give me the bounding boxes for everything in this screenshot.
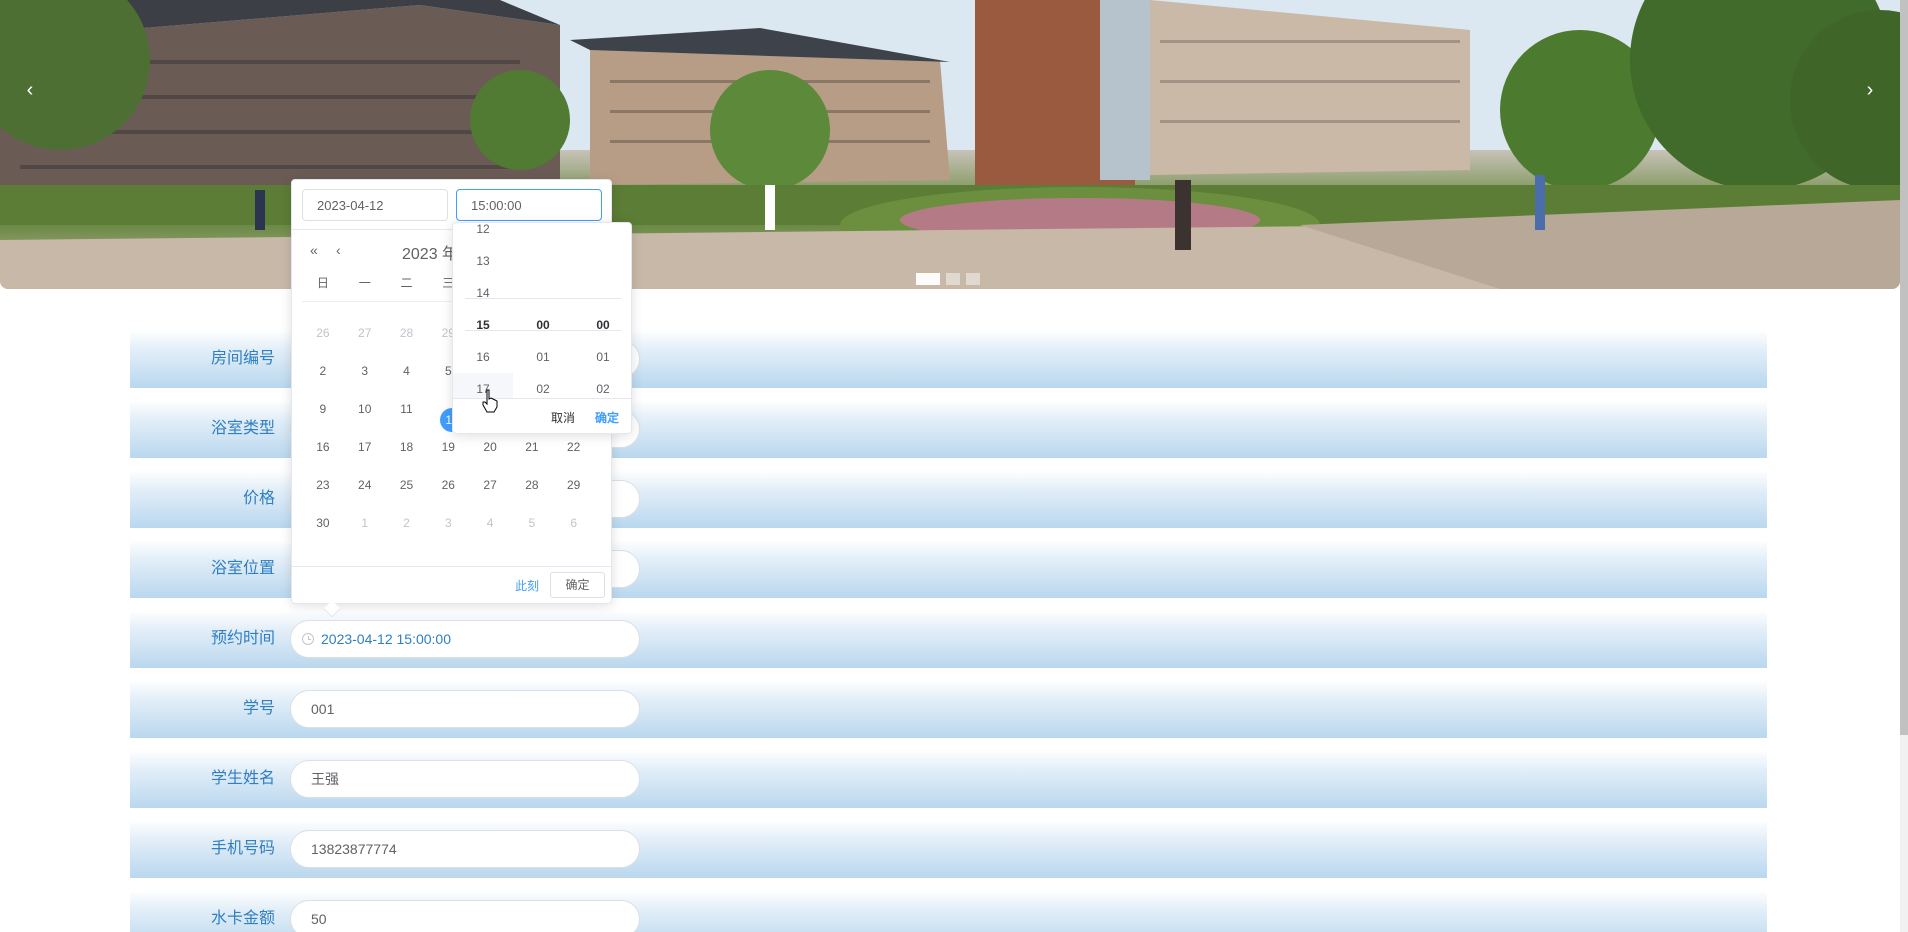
spinner-second-item[interactable]: 02 — [573, 373, 631, 398]
calendar-day[interactable]: 16 — [302, 440, 344, 454]
spinner-selection-top-line — [465, 298, 621, 299]
carousel-prev-button[interactable]: ‹ — [12, 72, 48, 108]
spinner-hour-item[interactable]: 16 — [453, 341, 513, 373]
picker-time-input[interactable] — [456, 189, 602, 221]
form-row-water-card-amount: 水卡金额 — [130, 890, 1767, 932]
calendar-day[interactable]: 11 — [386, 402, 428, 416]
calendar-day[interactable]: 26 — [427, 478, 469, 492]
phone-label: 手机号码 — [210, 840, 275, 857]
calendar-day[interactable]: 1 — [344, 516, 386, 530]
bathroom-location-label: 浴室位置 — [210, 560, 275, 577]
weekday-tue: 二 — [400, 276, 413, 290]
hand-cursor-icon — [482, 389, 498, 413]
minute-spinner[interactable]: 00 01 02 — [513, 223, 573, 398]
spinner-hour-item[interactable]: 14 — [453, 277, 513, 309]
calendar-day[interactable]: 4 — [386, 364, 428, 378]
calendar-day[interactable]: 3 — [427, 516, 469, 530]
calendar-day[interactable]: 27 — [344, 326, 386, 340]
calendar-day[interactable]: 21 — [511, 440, 553, 454]
calendar-day[interactable]: 20 — [469, 440, 511, 454]
calendar-day[interactable]: 9 — [302, 402, 344, 416]
form-row-phone: 手机号码 — [130, 820, 1767, 878]
calendar-day[interactable]: 5 — [511, 516, 553, 530]
calendar-day[interactable]: 10 — [344, 402, 386, 416]
campus-banner-image — [0, 0, 1900, 289]
calendar-day[interactable]: 22 — [553, 440, 595, 454]
calendar-day[interactable]: 18 — [386, 440, 428, 454]
form-row-student-id: 学号 — [130, 680, 1767, 738]
hour-spinner[interactable]: 12 13 14 15 16 17 — [453, 223, 513, 398]
spinner-footer: 取消 确定 — [453, 398, 631, 433]
student-name-input[interactable] — [290, 760, 640, 798]
calendar-day[interactable]: 17 — [344, 440, 386, 454]
spinner-hour-selected[interactable]: 15 — [453, 309, 513, 341]
form-row-booking-time: 预约时间 — [130, 610, 1767, 668]
chevron-right-icon: › — [1866, 79, 1874, 101]
calendar-day[interactable]: 28 — [511, 478, 553, 492]
spinner-second-item[interactable]: 01 — [573, 341, 631, 373]
weekday-mon: 一 — [358, 276, 371, 290]
page-scrollbar-thumb[interactable] — [1900, 0, 1908, 735]
double-chevron-left-icon[interactable]: « — [310, 242, 318, 258]
clock-icon — [302, 633, 314, 645]
calendar-title[interactable]: 2023 年 — [402, 240, 458, 264]
booking-time-label: 预约时间 — [210, 630, 275, 647]
calendar-day[interactable]: 27 — [469, 478, 511, 492]
spinner-minute-item[interactable]: 02 — [513, 373, 573, 398]
calendar-day[interactable]: 19 — [427, 440, 469, 454]
calendar-week-row: 23 24 25 26 27 28 29 — [302, 466, 602, 504]
time-spinner-popup: 12 13 14 15 16 17 00 01 02 00 01 02 取消 确… — [452, 222, 632, 434]
calendar-day[interactable]: 3 — [344, 364, 386, 378]
water-card-amount-label: 水卡金额 — [210, 910, 275, 927]
carousel-indicator-2[interactable] — [946, 273, 960, 285]
spinner-hour-item[interactable]: 13 — [453, 245, 513, 277]
calendar-day[interactable]: 30 — [302, 516, 344, 530]
page-scrollbar[interactable] — [1900, 0, 1908, 932]
calendar-day[interactable]: 29 — [553, 478, 595, 492]
student-name-label: 学生姓名 — [210, 770, 275, 787]
now-button[interactable]: 此刻 — [515, 577, 539, 594]
student-id-input[interactable] — [290, 690, 640, 728]
spinner-minute-item[interactable]: 01 — [513, 341, 573, 373]
water-card-amount-input[interactable] — [290, 900, 640, 932]
page: ‹ › 房间编号 浴室类型 价格 浴室位置 预约时间 2023-04-12 15… — [0, 0, 1908, 932]
calendar-day[interactable]: 24 — [344, 478, 386, 492]
booking-time-input[interactable] — [290, 620, 640, 658]
carousel-indicator-3[interactable] — [966, 273, 980, 285]
student-id-label: 学号 — [242, 700, 275, 717]
spinner-selection-bottom-line — [465, 330, 621, 331]
calendar-day[interactable]: 4 — [469, 516, 511, 530]
chevron-left-icon: ‹ — [26, 79, 34, 101]
carousel-next-button[interactable]: › — [1852, 72, 1888, 108]
calendar-day[interactable]: 28 — [386, 326, 428, 340]
spinner-confirm-button[interactable]: 确定 — [595, 409, 619, 426]
calendar-day[interactable]: 25 — [386, 478, 428, 492]
calendar-day[interactable]: 2 — [386, 516, 428, 530]
calendar-day[interactable]: 26 — [302, 326, 344, 340]
calendar-week-row: 30 1 2 3 4 5 6 — [302, 504, 602, 542]
calendar-day[interactable]: 23 — [302, 478, 344, 492]
carousel-indicators — [916, 273, 980, 285]
spinner-hour-item[interactable]: 12 — [453, 223, 513, 245]
calendar-day[interactable]: 6 — [553, 516, 595, 530]
room-number-label: 房间编号 — [210, 350, 275, 367]
phone-input[interactable] — [290, 830, 640, 868]
picker-date-input[interactable] — [302, 189, 448, 221]
picker-confirm-button[interactable]: 确定 — [550, 572, 605, 598]
spinner-cancel-button[interactable]: 取消 — [551, 409, 575, 426]
bathroom-type-label: 浴室类型 — [210, 420, 275, 437]
price-label: 价格 — [242, 490, 275, 507]
spinner-minute-selected[interactable]: 00 — [513, 309, 573, 341]
spinner-second-selected[interactable]: 00 — [573, 309, 631, 341]
weekday-sun: 日 — [316, 276, 329, 290]
form-row-student-name: 学生姓名 — [130, 750, 1767, 808]
chevron-left-icon[interactable]: ‹ — [336, 242, 341, 258]
campus-banner-carousel: ‹ › — [0, 0, 1900, 289]
calendar-day[interactable]: 2 — [302, 364, 344, 378]
picker-footer: 此刻 确定 — [292, 566, 611, 603]
second-spinner[interactable]: 00 01 02 — [573, 223, 631, 398]
carousel-indicator-1[interactable] — [916, 273, 940, 285]
